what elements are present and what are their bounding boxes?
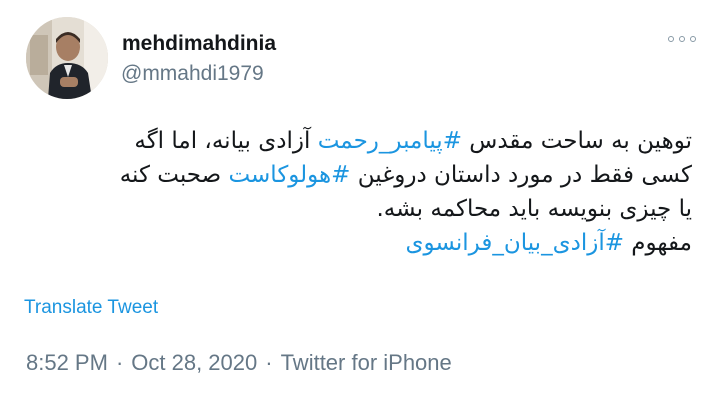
tweet-metadata: 8:52 PM · Oct 28, 2020 · Twitter for iPhone: [26, 350, 452, 376]
separator-dot: ·: [115, 350, 124, 375]
tweet-date[interactable]: Oct 28, 2020: [131, 350, 257, 375]
display-name[interactable]: mehdimahdinia: [122, 32, 276, 56]
tweet-source[interactable]: Twitter for iPhone: [281, 350, 452, 375]
tweet-text-segment: مفهوم: [624, 230, 692, 256]
tweet-line-1: توهین به ساحت مقدس #پیامبر_رحمت آزادی بی…: [32, 124, 692, 158]
hashtag-link[interactable]: #پیامبر_رحمت: [318, 128, 462, 154]
user-handle[interactable]: @mmahdi1979: [121, 62, 264, 86]
tweet-time[interactable]: 8:52 PM: [26, 350, 108, 375]
tweet-line-2: کسی فقط در مورد داستان دروغین #هولوکاست …: [32, 158, 692, 192]
tweet-text-segment: آزادی بیانه، اما اگه: [134, 128, 318, 154]
more-horizontal-icon[interactable]: [668, 33, 696, 45]
avatar[interactable]: [26, 17, 108, 99]
more-dot: [690, 36, 696, 42]
tweet-text-segment: صحبت کنه: [119, 162, 229, 188]
translate-tweet-link[interactable]: Translate Tweet: [24, 297, 158, 319]
hashtag-link[interactable]: #آزادی_بیان_فرانسوی: [405, 230, 624, 256]
more-dot: [679, 36, 685, 42]
more-dot: [668, 36, 674, 42]
hashtag-link[interactable]: #هولوکاست: [228, 162, 350, 188]
separator-dot: ·: [265, 350, 273, 375]
tweet-text-segment: کسی فقط در مورد داستان دروغین: [350, 162, 692, 188]
tweet-text-segment: توهین به ساحت مقدس: [461, 128, 692, 154]
tweet-line-3: یا چیزی بنویسه باید محاکمه بشه.: [32, 192, 693, 226]
tweet-text-segment: یا چیزی بنویسه باید محاکمه بشه.: [376, 196, 693, 222]
avatar-photo: [26, 17, 108, 99]
tweet-text: توهین به ساحت مقدس #پیامبر_رحمت آزادی بی…: [32, 124, 692, 260]
tweet-line-4: مفهوم #آزادی_بیان_فرانسوی: [32, 226, 692, 260]
tweet-card: mehdimahdinia @mmahdi1979 توهین به ساحت …: [0, 0, 720, 402]
